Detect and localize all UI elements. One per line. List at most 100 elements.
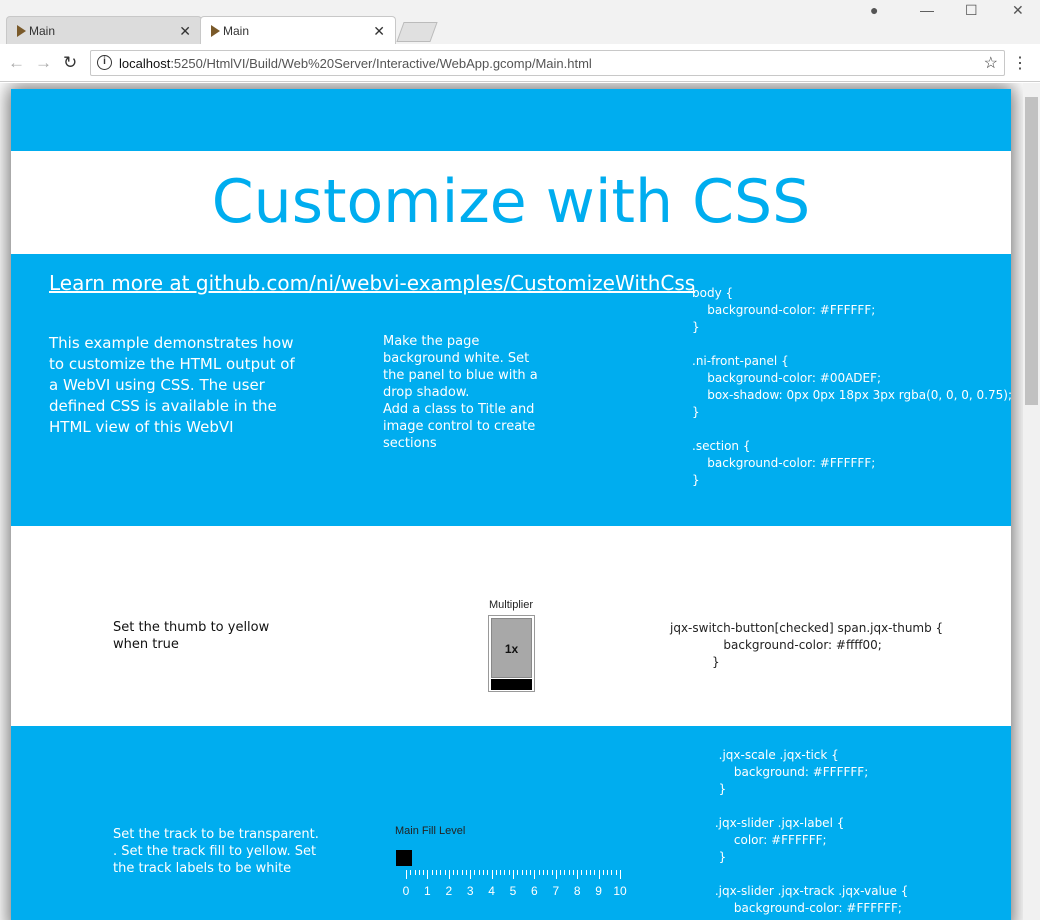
reload-icon[interactable]: ↻ <box>63 53 77 73</box>
tab-main-2[interactable]: Main ✕ <box>200 16 396 44</box>
scale-tick <box>406 870 407 879</box>
tick-label: 3 <box>466 884 474 898</box>
scale-tick <box>495 870 497 875</box>
tick-label: 1 <box>424 884 431 898</box>
scale-tick <box>508 870 510 875</box>
scale-tick <box>410 870 412 875</box>
account-icon[interactable]: ● <box>870 2 878 18</box>
scale-tick <box>607 870 609 875</box>
scale-tick <box>431 870 433 875</box>
scale-tick <box>487 870 489 875</box>
scale-tick <box>457 870 459 875</box>
scale-tick <box>427 870 429 879</box>
new-tab-button[interactable] <box>396 22 438 42</box>
bookmark-star-icon[interactable]: ☆ <box>984 53 998 73</box>
scale-tick <box>478 870 480 875</box>
scale-tick <box>594 870 596 875</box>
scale-tick <box>534 870 536 879</box>
vertical-scrollbar[interactable] <box>1023 83 1040 920</box>
front-panel: Customize with CSS Learn more at github.… <box>11 89 1012 920</box>
back-icon[interactable]: ← <box>8 53 25 73</box>
url-field[interactable]: i localhost:5250/HtmlVI/Build/Web%20Serv… <box>90 50 1005 76</box>
scale-tick <box>500 870 502 875</box>
scale-tick <box>418 870 420 875</box>
tab-label: Main <box>29 23 56 38</box>
address-bar-row: ← → ↻ i localhost:5250/HtmlVI/Build/Web%… <box>0 44 1040 82</box>
scale-tick <box>538 870 540 875</box>
slider-scale <box>406 870 621 880</box>
maximize-icon[interactable]: ☐ <box>965 2 978 19</box>
css-code-switch: jqx-switch-button[checked] span.jqx-thum… <box>670 621 944 669</box>
scale-tick <box>551 870 553 875</box>
scale-tick <box>414 870 416 875</box>
close-icon[interactable]: ✕ <box>179 23 191 40</box>
close-icon[interactable]: ✕ <box>373 23 385 40</box>
minimize-icon[interactable]: — <box>920 2 934 18</box>
scale-tick <box>615 870 617 875</box>
scale-tick <box>483 870 485 875</box>
scale-tick <box>581 870 583 875</box>
tick-label: 2 <box>445 884 453 898</box>
tick-label: 7 <box>552 884 560 898</box>
scale-tick <box>620 870 621 879</box>
scale-tick <box>598 870 600 879</box>
info-icon[interactable]: i <box>97 55 112 70</box>
note-background: Make the page background white. Set the … <box>383 334 538 400</box>
forward-icon[interactable]: → <box>35 53 52 73</box>
scale-tick <box>611 870 613 875</box>
switch-track <box>491 679 532 690</box>
scale-tick <box>572 870 574 875</box>
scale-tick <box>547 870 549 875</box>
slider-thumb[interactable] <box>396 850 412 866</box>
tab-main-1[interactable]: Main ✕ <box>6 16 202 44</box>
scale-tick <box>513 870 514 879</box>
browser-tab-bar: Main ✕ Main ✕ ● — ☐ ✕ <box>0 0 1040 44</box>
multiplier-switch[interactable]: 1x <box>488 615 535 692</box>
scale-tick <box>444 870 446 875</box>
scale-tick <box>423 870 425 875</box>
tick-label: 9 <box>595 884 602 898</box>
scale-tick <box>474 870 476 875</box>
scale-tick <box>435 870 437 875</box>
app-icon <box>211 25 220 37</box>
tick-label: 8 <box>573 884 581 898</box>
scale-tick <box>568 870 570 875</box>
multiplier-label: Multiplier <box>489 599 534 611</box>
main-fill-level-label: Main Fill Level <box>395 825 466 837</box>
tick-label: 5 <box>509 884 517 898</box>
scale-tick <box>577 870 579 879</box>
scale-tick <box>440 870 442 875</box>
url-text: localhost:5250/HtmlVI/Build/Web%20Server… <box>119 56 592 71</box>
scale-tick <box>491 870 493 879</box>
scrollbar-thumb[interactable] <box>1025 97 1038 405</box>
scale-tick <box>453 870 455 875</box>
slider-note: Set the track to be transparent. . Set t… <box>113 827 319 876</box>
scale-tick <box>461 870 463 875</box>
scale-tick <box>542 870 544 875</box>
scale-tick <box>448 870 450 879</box>
switch-thumb[interactable]: 1x <box>491 618 532 678</box>
scale-tick <box>585 870 587 875</box>
scale-tick <box>504 870 506 875</box>
note-sections: Add a class to Title and image control t… <box>383 402 536 451</box>
scale-tick <box>590 870 592 875</box>
css-code-slider: .jqx-scale .jqx-tick { background: #FFFF… <box>714 748 909 915</box>
scale-tick <box>602 870 604 875</box>
description-text: This example demonstrates how to customi… <box>49 334 295 436</box>
page-title: Customize with CSS <box>211 167 811 237</box>
menu-icon[interactable]: ⋮ <box>1012 53 1028 73</box>
scale-tick <box>555 870 557 879</box>
scale-tick <box>530 870 532 875</box>
learn-more-link[interactable]: Learn more at github.com/ni/webvi-exampl… <box>49 271 695 295</box>
tick-label: 6 <box>531 884 538 898</box>
scale-tick <box>521 870 523 875</box>
page-viewport: Customize with CSS Learn more at github.… <box>0 83 1040 920</box>
tick-label: 4 <box>488 884 495 898</box>
scale-tick <box>465 870 467 875</box>
scale-tick <box>517 870 519 875</box>
tab-label: Main <box>223 23 250 38</box>
window-close-icon[interactable]: ✕ <box>1012 2 1024 19</box>
scale-tick <box>560 870 562 875</box>
app-icon <box>17 25 26 37</box>
scale-tick <box>525 870 527 875</box>
